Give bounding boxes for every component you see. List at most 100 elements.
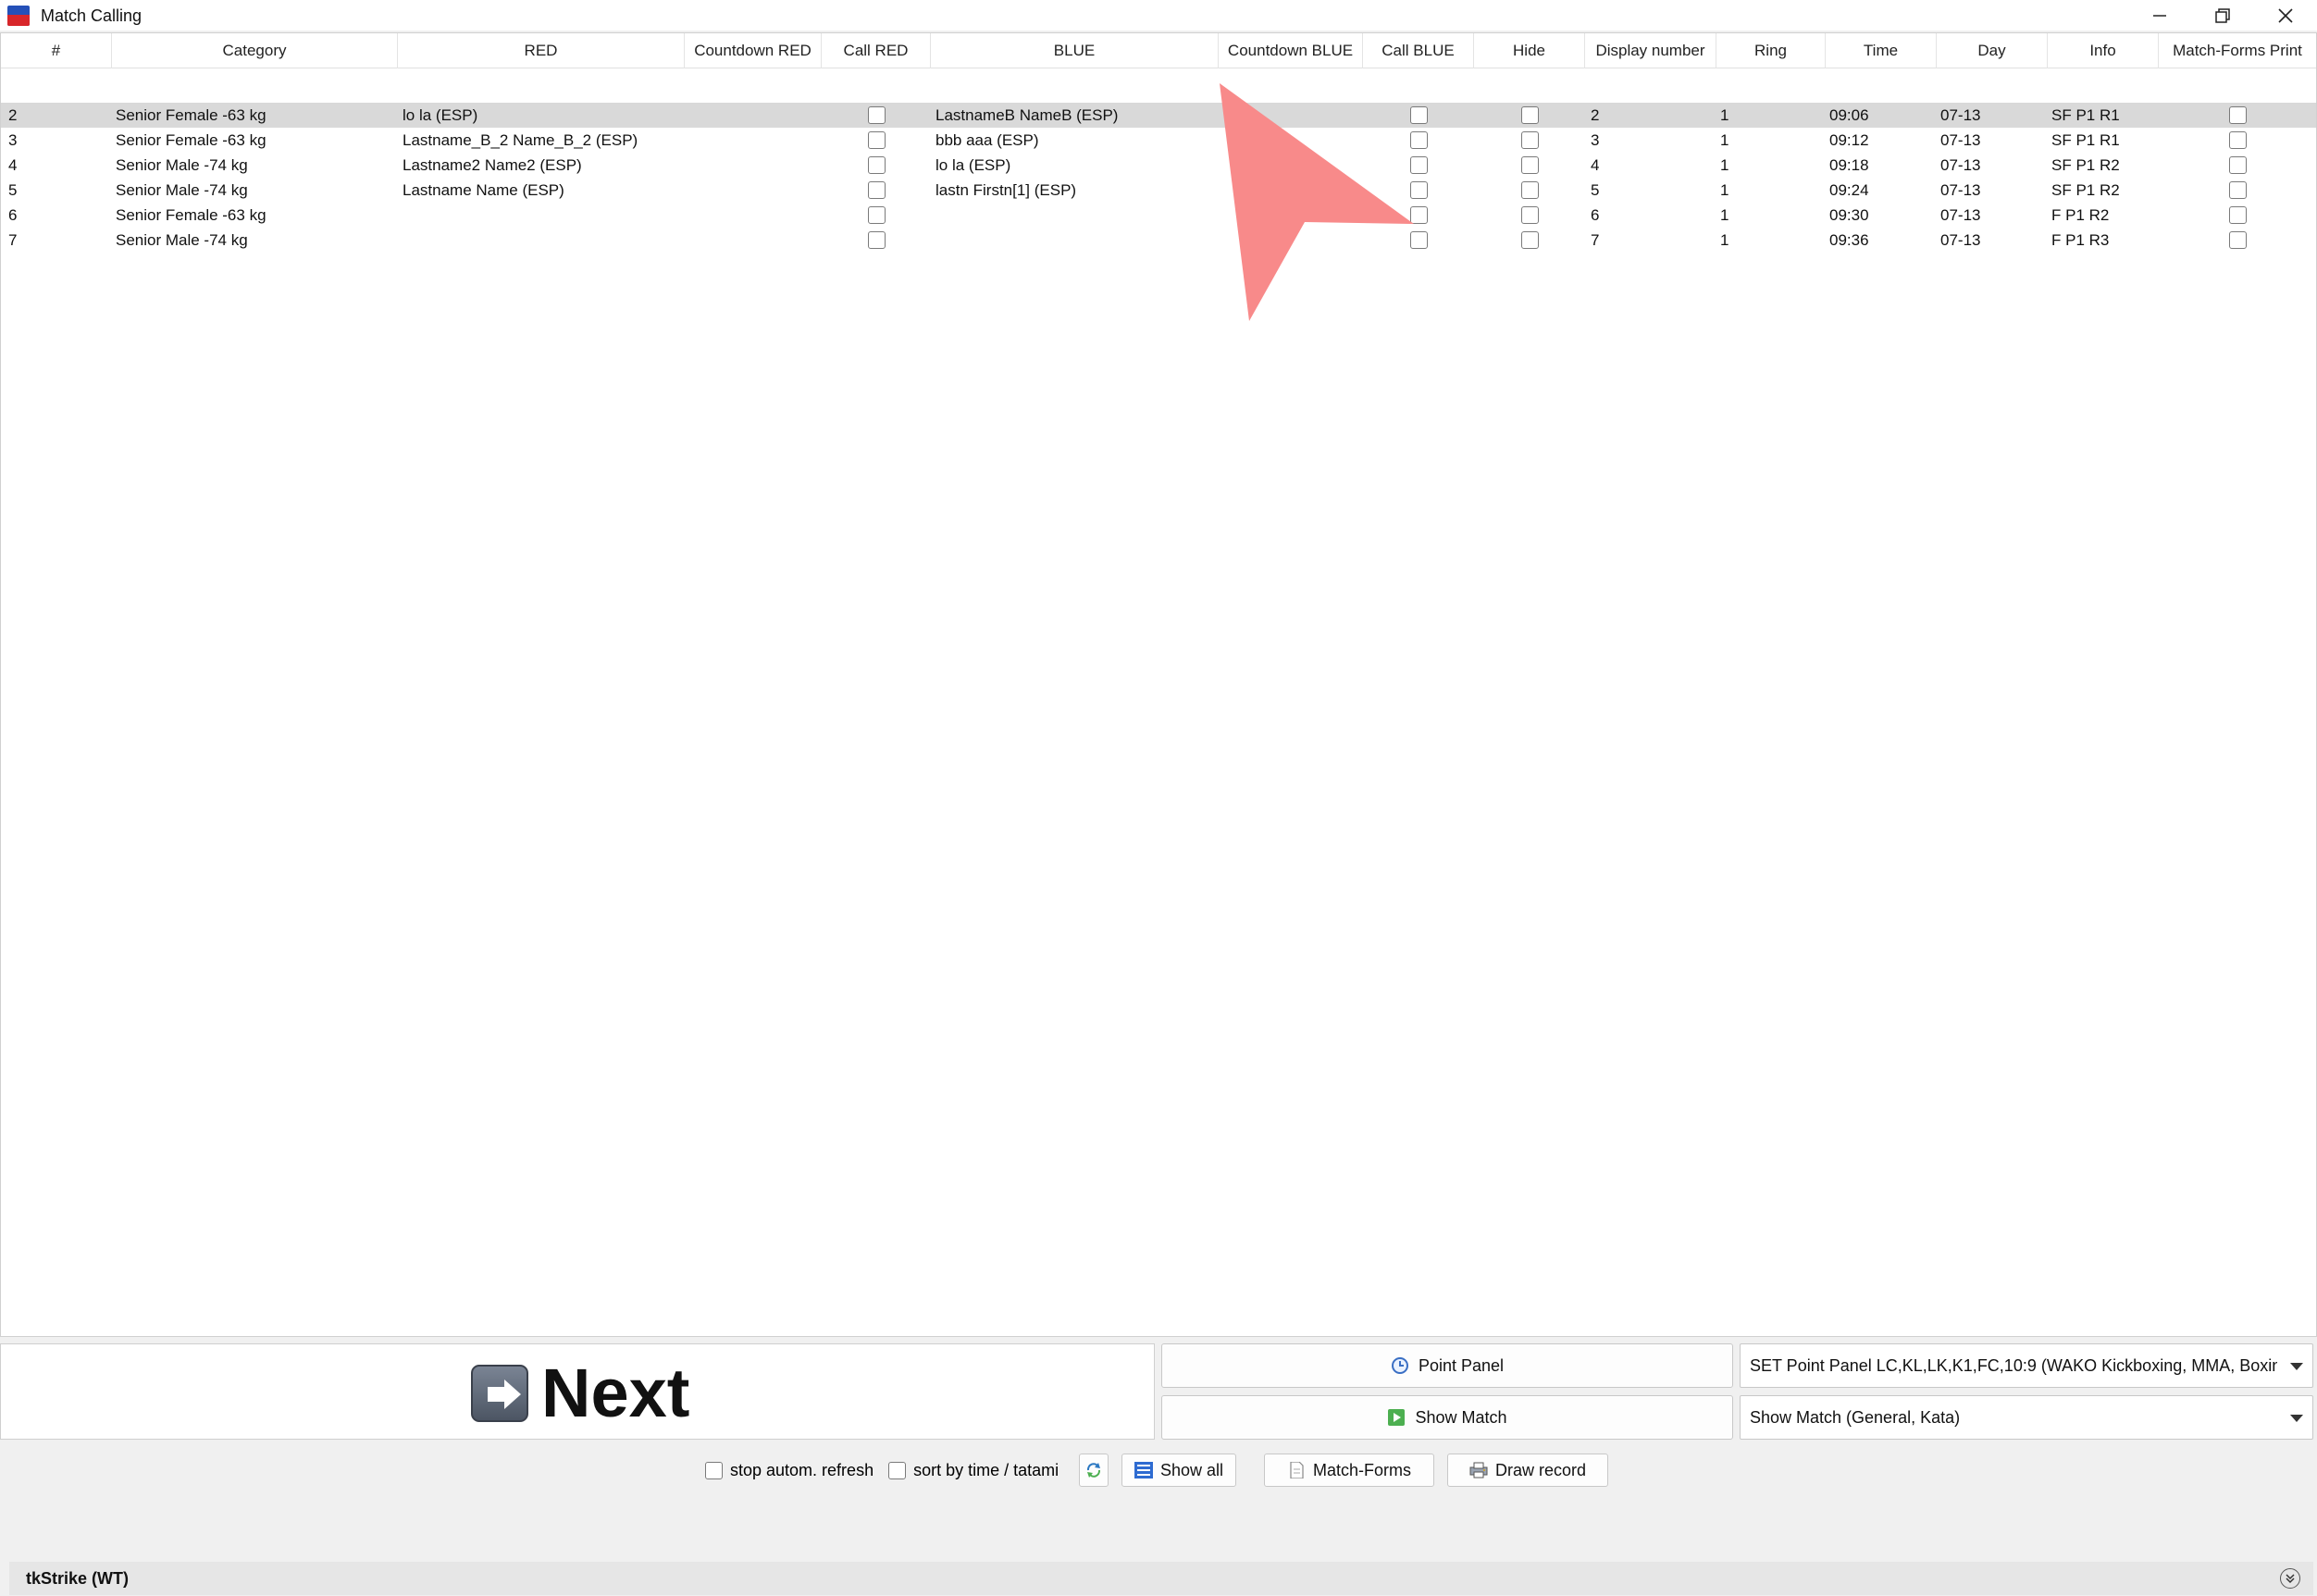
- cell-time: 09:06: [1829, 105, 1869, 124]
- cell-number: 7: [8, 230, 18, 249]
- cell-category: Senior Female -63 kg: [116, 105, 266, 124]
- table-row[interactable]: 4 Senior Male -74 kg Lastname2 Name2 (ES…: [1, 153, 2316, 178]
- match-forms-print-checkbox[interactable]: [2159, 228, 2316, 253]
- cell-number: 3: [8, 130, 18, 149]
- match-forms-print-checkbox[interactable]: [2159, 203, 2316, 228]
- cell-number: 5: [8, 180, 18, 199]
- table-row[interactable]: 5 Senior Male -74 kg Lastname Name (ESP)…: [1, 178, 2316, 203]
- chevron-down-icon: [2290, 1415, 2303, 1422]
- play-icon: [1388, 1409, 1406, 1426]
- cell-red: Lastname Name (ESP): [403, 180, 564, 199]
- cell-time: 09:24: [1829, 180, 1869, 199]
- show-match-select[interactable]: Show Match (General, Kata): [1740, 1395, 2313, 1440]
- refresh-icon: [1086, 1463, 1101, 1478]
- cell-time: 09:36: [1829, 230, 1869, 249]
- call-red-checkbox[interactable]: [822, 228, 931, 253]
- show-match-label: Show Match: [1415, 1407, 1507, 1427]
- cell-blue: [935, 203, 1213, 228]
- cell-display-number: 2: [1591, 105, 1600, 124]
- cell-day: 07-13: [1940, 180, 1981, 199]
- status-label: tkStrike (WT): [26, 1568, 130, 1588]
- table-row[interactable]: 3 Senior Female -63 kg Lastname_B_2 Name…: [1, 128, 2316, 153]
- cell-info: SF P1 R1: [2051, 105, 2120, 124]
- table-row[interactable]: 7 Senior Male -74 kg 7 1 09:36 07-13 F P…: [1, 228, 2316, 253]
- cell-info: SF P1 R2: [2051, 180, 2120, 199]
- match-forms-button[interactable]: Match-Forms: [1264, 1454, 1434, 1487]
- col-header-countdown-blue[interactable]: Countdown BLUE: [1219, 33, 1363, 68]
- expand-icon[interactable]: [2280, 1568, 2300, 1589]
- table-row[interactable]: 6 Senior Female -63 kg 6 1 09:30 07-13 F…: [1, 203, 2316, 228]
- cell-number: 4: [8, 155, 18, 174]
- col-header-blue[interactable]: BLUE: [931, 33, 1219, 68]
- cell-red: [403, 203, 680, 228]
- window-title: Match Calling: [41, 6, 142, 25]
- call-red-checkbox[interactable]: [822, 103, 931, 128]
- cell-ring: 1: [1720, 155, 1729, 174]
- close-icon[interactable]: [2256, 0, 2315, 31]
- col-header-time[interactable]: Time: [1826, 33, 1937, 68]
- call-red-checkbox[interactable]: [822, 153, 931, 178]
- app-icon: [7, 6, 30, 26]
- chevron-down-icon: [2290, 1363, 2303, 1370]
- stop-refresh-toggle[interactable]: stop autom. refresh: [705, 1461, 874, 1480]
- col-header-category[interactable]: Category: [112, 33, 398, 68]
- cell-red: Lastname_B_2 Name_B_2 (ESP): [403, 130, 638, 149]
- cell-info: SF P1 R2: [2051, 155, 2120, 174]
- col-header-red[interactable]: RED: [398, 33, 685, 68]
- point-panel-button[interactable]: Point Panel: [1161, 1343, 1733, 1388]
- col-header-call-blue[interactable]: Call BLUE: [1363, 33, 1474, 68]
- call-red-checkbox[interactable]: [822, 128, 931, 153]
- sort-label: sort by time / tatami: [913, 1460, 1059, 1479]
- minimize-icon[interactable]: [2130, 0, 2189, 31]
- match-forms-print-checkbox[interactable]: [2159, 153, 2316, 178]
- call-red-checkbox[interactable]: [822, 203, 931, 228]
- mouse-cursor-icon: [1220, 83, 1414, 321]
- col-header-match-forms-print[interactable]: Match-Forms Print: [2159, 33, 2316, 68]
- document-icon: [1290, 1462, 1304, 1478]
- cell-day: 07-13: [1940, 105, 1981, 124]
- col-header-day[interactable]: Day: [1937, 33, 2048, 68]
- next-label: Next: [541, 1355, 690, 1431]
- cell-red: [403, 228, 680, 253]
- cell-display-number: 3: [1591, 130, 1600, 149]
- col-header-ring[interactable]: Ring: [1716, 33, 1826, 68]
- stop-refresh-checkbox[interactable]: [705, 1461, 723, 1479]
- cell-display-number: 7: [1591, 230, 1600, 249]
- col-header-call-red[interactable]: Call RED: [822, 33, 931, 68]
- col-header-countdown-red[interactable]: Countdown RED: [685, 33, 822, 68]
- cell-display-number: 6: [1591, 205, 1600, 224]
- col-header-hide[interactable]: Hide: [1474, 33, 1585, 68]
- col-header-info[interactable]: Info: [2048, 33, 2159, 68]
- cell-blue: bbb aaa (ESP): [935, 130, 1039, 149]
- cell-time: 09:18: [1829, 155, 1869, 174]
- sort-checkbox[interactable]: [888, 1461, 907, 1479]
- cell-display-number: 5: [1591, 180, 1600, 199]
- cell-blue: lo la (ESP): [935, 155, 1011, 174]
- show-all-label: Show all: [1159, 1460, 1224, 1479]
- point-panel-select[interactable]: SET Point Panel LC,KL,LK,K1,FC,10:9 (WAK…: [1740, 1343, 2313, 1388]
- col-header-number[interactable]: #: [1, 33, 112, 68]
- draw-record-button[interactable]: Draw record: [1447, 1454, 1608, 1487]
- match-forms-print-checkbox[interactable]: [2159, 128, 2316, 153]
- cell-ring: 1: [1720, 180, 1729, 199]
- restore-icon[interactable]: [2193, 0, 2252, 31]
- cell-display-number: 4: [1591, 155, 1600, 174]
- stop-refresh-label: stop autom. refresh: [730, 1460, 874, 1479]
- sort-toggle[interactable]: sort by time / tatami: [888, 1461, 1059, 1480]
- next-button[interactable]: Next: [471, 1359, 689, 1428]
- cell-category: Senior Female -63 kg: [116, 130, 266, 149]
- next-panel: Next: [0, 1343, 1155, 1440]
- refresh-button[interactable]: [1079, 1454, 1109, 1487]
- match-forms-print-checkbox[interactable]: [2159, 178, 2316, 203]
- cell-number: 2: [8, 105, 18, 124]
- cell-category: Senior Male -74 kg: [116, 180, 248, 199]
- cell-time: 09:12: [1829, 130, 1869, 149]
- col-header-display-number[interactable]: Display number: [1585, 33, 1716, 68]
- match-forms-print-checkbox[interactable]: [2159, 103, 2316, 128]
- table-row[interactable]: 2 Senior Female -63 kg lo la (ESP) Lastn…: [1, 103, 2316, 128]
- draw-record-label: Draw record: [1494, 1460, 1587, 1479]
- match-table[interactable]: # Category RED Countdown RED Call RED BL…: [0, 32, 2317, 1337]
- call-red-checkbox[interactable]: [822, 178, 931, 203]
- show-match-button[interactable]: Show Match: [1161, 1395, 1733, 1440]
- show-all-button[interactable]: Show all: [1121, 1454, 1236, 1487]
